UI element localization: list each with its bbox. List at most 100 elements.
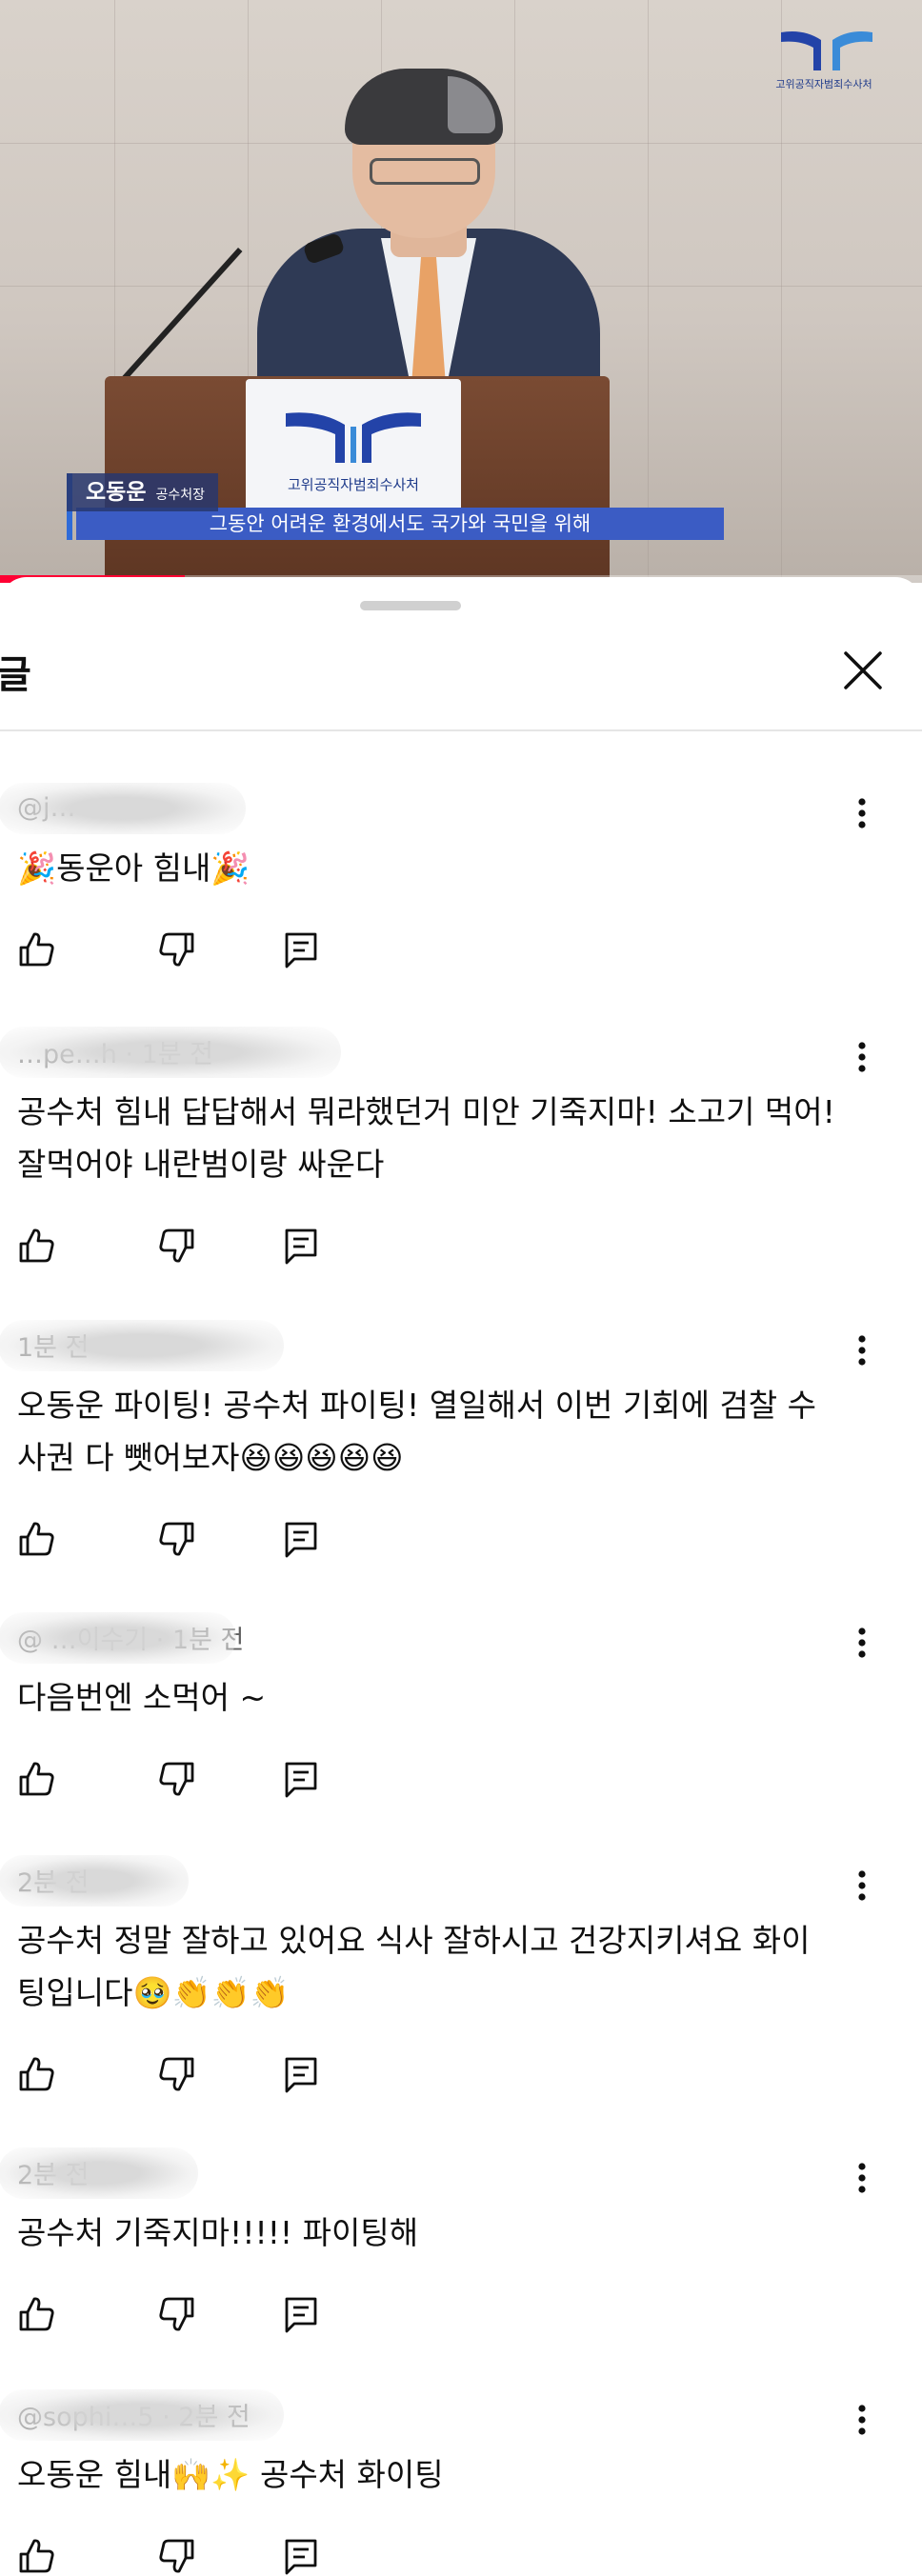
comment-text: 공수처 기죽지마!!!!! 파이팅해 [17,2214,419,2251]
reply-icon [285,1522,317,1558]
close-button[interactable] [838,646,888,695]
reply-button[interactable] [280,1225,322,1267]
more-vertical-icon [858,1335,866,1366]
comment-text: 공수처 힘내 답답해서 뭐라했던거 미안 기죽지마! 소고기 먹어! 잘먹어야 … [17,1093,835,1183]
speaker-name-box: 오동운 공수처장 [67,473,219,511]
comment-text: 공수처 정말 잘하고 있어요 식사 잘하시고 건강지키셔요 화이팅입니다🥹👏👏👏 [17,1922,811,2011]
comment-actions [15,2053,339,2095]
more-vertical-icon [858,798,866,829]
thumb-up-icon [19,1762,54,1796]
more-vertical-icon [858,1870,866,1901]
thumb-up-icon [19,932,54,967]
reply-button[interactable] [280,1518,322,1560]
video-player[interactable]: 고위공직자범죄수사처 고위공직자범죄수사처 그동안 어려운 환경에서도 국가와 … [0,0,922,583]
more-vertical-icon [858,2163,866,2193]
more-options-button[interactable] [848,1867,876,1905]
reply-icon [285,932,317,968]
drag-handle[interactable] [360,601,461,610]
watermark-text: 고위공직자범죄수사처 [775,78,872,90]
more-options-button[interactable] [848,1331,876,1369]
thumb-up-icon [19,2057,54,2091]
more-vertical-icon [858,2405,866,2435]
divider [0,729,922,731]
dislike-button[interactable] [156,1758,198,1800]
comment-meta: @j… [0,783,246,834]
channel-watermark: 고위공직자범죄수사처 [772,29,876,95]
comment-actions [15,2293,339,2335]
thumb-down-icon [159,2057,194,2091]
more-vertical-icon [858,1627,866,1658]
microphone-stand [110,248,243,393]
comment-meta: @sophi…5 · 2분 전 [0,2389,284,2441]
thumb-down-icon [159,2297,194,2331]
reply-icon [285,2057,317,2093]
comment-text: 다음번엔 소먹어 ~ [17,1679,267,1716]
username-redaction [0,1612,236,1664]
reply-button[interactable] [280,1758,322,1800]
reply-button[interactable] [280,2535,322,2576]
comment-actions [15,1518,339,1560]
comment-meta: 1분 전 [0,1320,284,1371]
comment-actions [15,1225,339,1267]
thumb-down-icon [159,1228,194,1263]
username-redaction [0,1855,189,1907]
more-options-button[interactable] [848,794,876,832]
thumb-down-icon [159,1762,194,1796]
dislike-button[interactable] [156,2053,198,2095]
thumb-down-icon [159,932,194,967]
reply-icon [285,1228,317,1265]
username-redaction [0,2389,284,2441]
like-button[interactable] [15,1518,57,1560]
like-button[interactable] [15,2293,57,2335]
cio-logo-icon [781,31,872,70]
comment-meta: 2분 전 [0,1855,189,1907]
username-redaction [0,2147,198,2199]
comment-actions [15,2535,339,2576]
dislike-button[interactable] [156,2293,198,2335]
reply-button[interactable] [280,2053,322,2095]
dislike-button[interactable] [156,1225,198,1267]
dislike-button[interactable] [156,929,198,970]
like-button[interactable] [15,929,57,970]
thumb-up-icon [19,2297,54,2331]
speaker-name: 오동운 [86,480,147,505]
dislike-button[interactable] [156,1518,198,1560]
username-redaction [0,1027,341,1078]
reply-button[interactable] [280,929,322,970]
thumb-down-icon [159,1522,194,1556]
like-button[interactable] [15,1225,57,1267]
dislike-button[interactable] [156,2535,198,2576]
more-options-button[interactable] [848,2159,876,2197]
like-button[interactable] [15,2053,57,2095]
comment-text: 오동운 힘내🙌✨ 공수처 화이팅 [17,2456,444,2493]
comment-meta: @ …이수기 · 1분 전 [0,1612,244,1664]
like-button[interactable] [15,2535,57,2576]
thumb-up-icon [19,1522,54,1556]
comments-sheet: 글 @j… 🎉동운아 힘내🎉 …pe…h · 1분 전공수처 힘내 답답해서 뭐라했… [0,577,922,2576]
thumb-down-icon [159,2539,194,2573]
speaker-title: 공수처장 [155,488,206,503]
reply-icon [285,1762,317,1798]
like-button[interactable] [15,1758,57,1800]
username-redaction [0,783,246,834]
comment-meta: 2분 전 [0,2147,198,2199]
more-options-button[interactable] [848,1038,876,1076]
comment-text: 오동운 파이팅! 공수처 파이팅! 열일해서 이번 기회에 검찰 수사권 다 뺏… [17,1387,817,1476]
cio-logo-icon [286,412,421,463]
comment-actions [15,1758,339,1800]
more-options-button[interactable] [848,2401,876,2439]
reply-icon [285,2539,317,2575]
lower-third: 그동안 어려운 환경에서도 국가와 국민을 위해 오동운 공수처장 [67,473,733,540]
reply-icon [285,2297,317,2333]
reply-button[interactable] [280,2293,322,2335]
sheet-title: 글 [0,653,31,697]
comment-text: 🎉동운아 힘내🎉 [17,849,251,887]
comment-actions [15,929,339,970]
close-icon [844,651,882,689]
thumb-up-icon [19,2539,54,2573]
username-redaction [0,1320,284,1371]
more-options-button[interactable] [848,1624,876,1662]
comment-meta: …pe…h · 1분 전 [0,1027,341,1078]
thumb-up-icon [19,1228,54,1263]
more-vertical-icon [858,1042,866,1072]
